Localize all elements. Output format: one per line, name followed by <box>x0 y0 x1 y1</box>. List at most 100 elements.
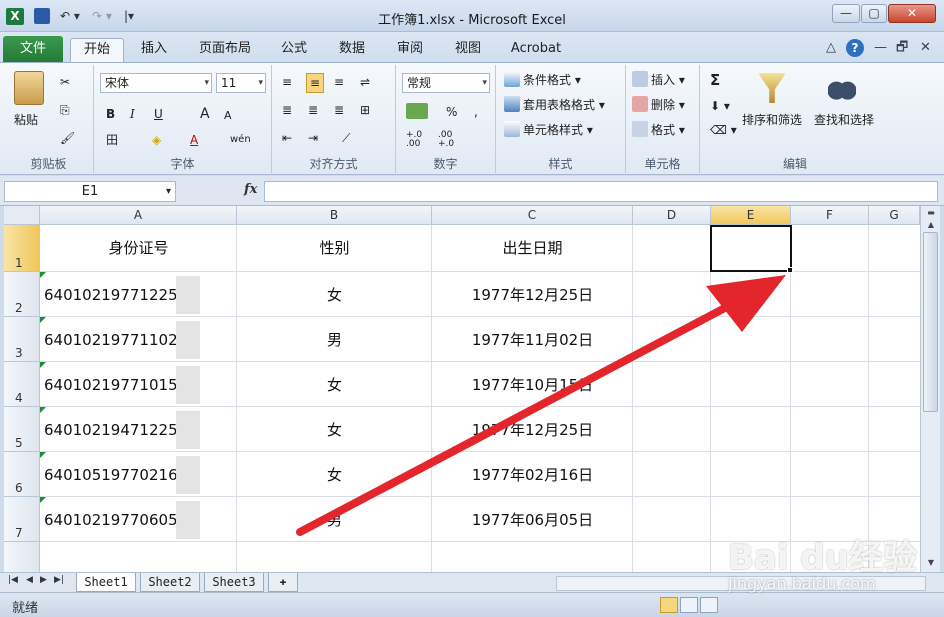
column-header-d[interactable]: D <box>633 206 711 225</box>
bold-button[interactable]: B <box>106 105 115 125</box>
row-header-8[interactable] <box>4 542 40 572</box>
column-header-e[interactable]: E <box>711 206 791 225</box>
tab-acrobat[interactable]: Acrobat <box>502 38 570 62</box>
first-sheet-icon[interactable]: |◀ <box>8 575 18 585</box>
cell-b6[interactable]: 女 <box>237 453 432 497</box>
workbook-restore-button[interactable]: 🗗 <box>896 38 908 58</box>
format-cells-button[interactable]: 格式 ▾ <box>632 121 685 141</box>
insert-function-icon[interactable]: fx <box>244 182 257 197</box>
selected-cell-e1[interactable] <box>710 225 792 272</box>
insert-cells-button[interactable]: 插入 ▾ <box>632 71 685 91</box>
borders-button[interactable]: 田 <box>106 131 118 151</box>
formula-input[interactable] <box>264 181 938 202</box>
autosum-button[interactable]: Σ <box>710 71 720 91</box>
cell-a3[interactable]: 64010219771102 <box>44 318 194 362</box>
sheet-tab-sheet1[interactable]: Sheet1 <box>76 573 136 592</box>
paste-button[interactable]: 粘贴 <box>14 111 38 131</box>
tab-page-layout[interactable]: 页面布局 <box>192 38 258 62</box>
copy-button[interactable]: ⎘ <box>60 101 70 121</box>
page-break-view-icon[interactable] <box>700 597 718 613</box>
tab-view[interactable]: 视图 <box>446 38 490 62</box>
cell-c1[interactable]: 出生日期 <box>432 226 633 270</box>
cell-a4[interactable]: 64010219771015 <box>44 363 194 407</box>
shrink-font-button[interactable]: A <box>224 107 232 127</box>
binoculars-icon[interactable] <box>828 75 856 101</box>
wrap-text-icon[interactable]: ⇌ <box>360 73 370 93</box>
align-bottom-icon[interactable]: ≡ <box>334 73 344 93</box>
row-header-4[interactable]: 4 <box>4 362 40 407</box>
close-button[interactable]: ✕ <box>888 4 936 23</box>
sort-filter-icon[interactable] <box>758 73 786 103</box>
tab-review[interactable]: 审阅 <box>388 38 432 62</box>
percent-button[interactable]: % <box>446 103 457 123</box>
phonetic-button[interactable]: wén <box>230 131 251 151</box>
cell-styles-button[interactable]: 单元格样式 ▾ <box>504 121 593 141</box>
align-center-icon[interactable]: ≣ <box>308 101 318 121</box>
paste-icon[interactable] <box>14 71 44 105</box>
cell-b7[interactable]: 男 <box>237 498 432 542</box>
cell-c6[interactable]: 1977年02月16日 <box>432 453 633 497</box>
cell-b3[interactable]: 男 <box>237 318 432 362</box>
select-all-corner[interactable] <box>4 206 40 225</box>
row-header-7[interactable]: 7 <box>4 497 40 542</box>
insert-sheet-icon[interactable]: ✚ <box>268 573 298 592</box>
cell-b4[interactable]: 女 <box>237 363 432 407</box>
last-sheet-icon[interactable]: ▶| <box>54 575 64 585</box>
fill-color-button[interactable]: ◈ <box>152 131 161 151</box>
underline-button[interactable]: U <box>154 105 163 125</box>
workbook-minimize-button[interactable]: — <box>874 38 887 58</box>
align-middle-icon[interactable]: ≡ <box>306 73 325 93</box>
font-size-select[interactable]: 11 ▾ <box>216 73 266 93</box>
cell-c3[interactable]: 1977年11月02日 <box>432 318 633 362</box>
scrollbar-thumb[interactable] <box>923 232 938 412</box>
tab-formulas[interactable]: 公式 <box>274 38 314 62</box>
prev-sheet-icon[interactable]: ◀ <box>26 575 33 585</box>
cell-a5[interactable]: 64010219471225 <box>44 408 194 452</box>
tab-data[interactable]: 数据 <box>330 38 374 62</box>
cut-button[interactable]: ✂ <box>60 73 70 93</box>
sheet-tab-sheet3[interactable]: Sheet3 <box>204 573 264 592</box>
cell-a1[interactable]: 身份证号 <box>40 226 237 270</box>
column-header-b[interactable]: B <box>237 206 432 225</box>
cell-b5[interactable]: 女 <box>237 408 432 452</box>
minimize-button[interactable]: — <box>832 4 860 23</box>
tab-home[interactable]: 开始 <box>70 38 124 62</box>
column-header-g[interactable]: G <box>869 206 920 225</box>
increase-indent-icon[interactable]: ⇥ <box>308 129 318 149</box>
cell-b1[interactable]: 性别 <box>237 226 432 270</box>
cell-c5[interactable]: 1977年12月25日 <box>432 408 633 452</box>
number-format-select[interactable]: 常规 ▾ <box>402 73 490 93</box>
scroll-up-icon[interactable]: ▲ <box>923 218 939 232</box>
column-header-f[interactable]: F <box>791 206 869 225</box>
align-right-icon[interactable]: ≣ <box>334 101 344 121</box>
name-box[interactable]: E1 ▾ <box>4 181 176 202</box>
next-sheet-icon[interactable]: ▶ <box>40 575 47 585</box>
normal-view-icon[interactable] <box>660 597 678 613</box>
find-select-button[interactable]: 查找和选择 <box>814 111 874 131</box>
tab-file[interactable]: 文件 <box>3 36 63 62</box>
italic-button[interactable]: I <box>130 105 135 125</box>
cell-c7[interactable]: 1977年06月05日 <box>432 498 633 542</box>
row-header-2[interactable]: 2 <box>4 272 40 317</box>
comma-button[interactable]: , <box>474 103 478 123</box>
delete-cells-button[interactable]: 删除 ▾ <box>632 96 685 116</box>
column-header-c[interactable]: C <box>432 206 633 225</box>
increase-decimal-button[interactable]: +.0 .00 <box>406 131 434 151</box>
sheet-tab-sheet2[interactable]: Sheet2 <box>140 573 200 592</box>
align-left-icon[interactable]: ≣ <box>282 101 292 121</box>
ribbon-collapse-icon[interactable]: △ <box>826 38 836 58</box>
column-header-a[interactable]: A <box>40 206 237 225</box>
row-header-3[interactable]: 3 <box>4 317 40 362</box>
format-painter-button[interactable]: 🖌 <box>60 129 75 149</box>
decrease-decimal-button[interactable]: .00 +.0 <box>438 131 466 151</box>
row-header-1[interactable]: 1 <box>4 225 40 272</box>
fill-icon[interactable]: ⬇ ▾ <box>710 97 730 117</box>
align-top-icon[interactable]: ≡ <box>282 73 292 93</box>
help-icon[interactable]: ? <box>846 39 864 57</box>
sort-filter-button[interactable]: 排序和筛选 <box>742 111 802 131</box>
font-name-select[interactable]: 宋体 ▾ <box>100 73 212 93</box>
orientation-icon[interactable]: ⟋ <box>342 129 350 149</box>
font-color-button[interactable]: A <box>190 131 198 151</box>
cell-a2[interactable]: 64010219771225 <box>44 273 194 317</box>
scroll-down-icon[interactable]: ▼ <box>923 556 939 570</box>
